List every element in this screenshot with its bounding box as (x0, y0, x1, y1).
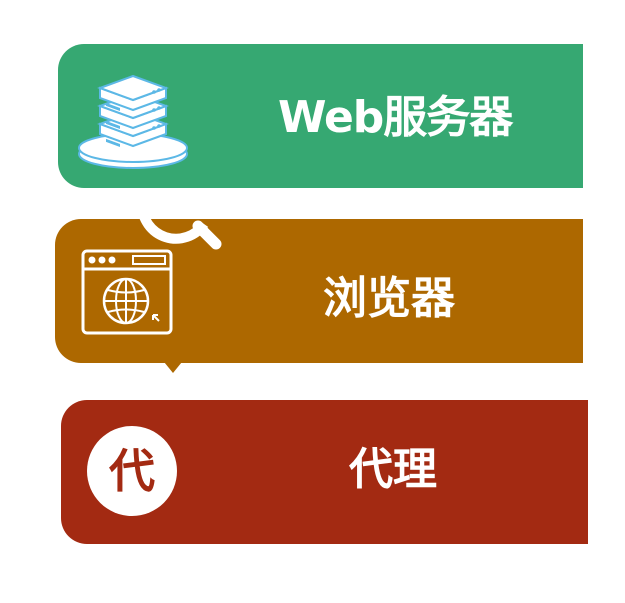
browser-window-globe-icon (81, 249, 173, 335)
card-proxy: 代 代理 (61, 400, 588, 544)
server-stack-icon (78, 74, 188, 169)
label-web-server: Web服务器 (278, 92, 513, 143)
down-arrow-icon (160, 357, 186, 373)
magnifier-icon (137, 204, 222, 250)
card-web-server: Web服务器 (58, 44, 583, 188)
diagram-stage: Web服务器 浏览器 代 代理 (0, 0, 625, 603)
label-browser: 浏览器 (323, 273, 455, 324)
proxy-badge-icon: 代 (87, 426, 177, 516)
label-proxy: 代理 (349, 444, 437, 495)
proxy-badge-text: 代 (109, 444, 155, 498)
